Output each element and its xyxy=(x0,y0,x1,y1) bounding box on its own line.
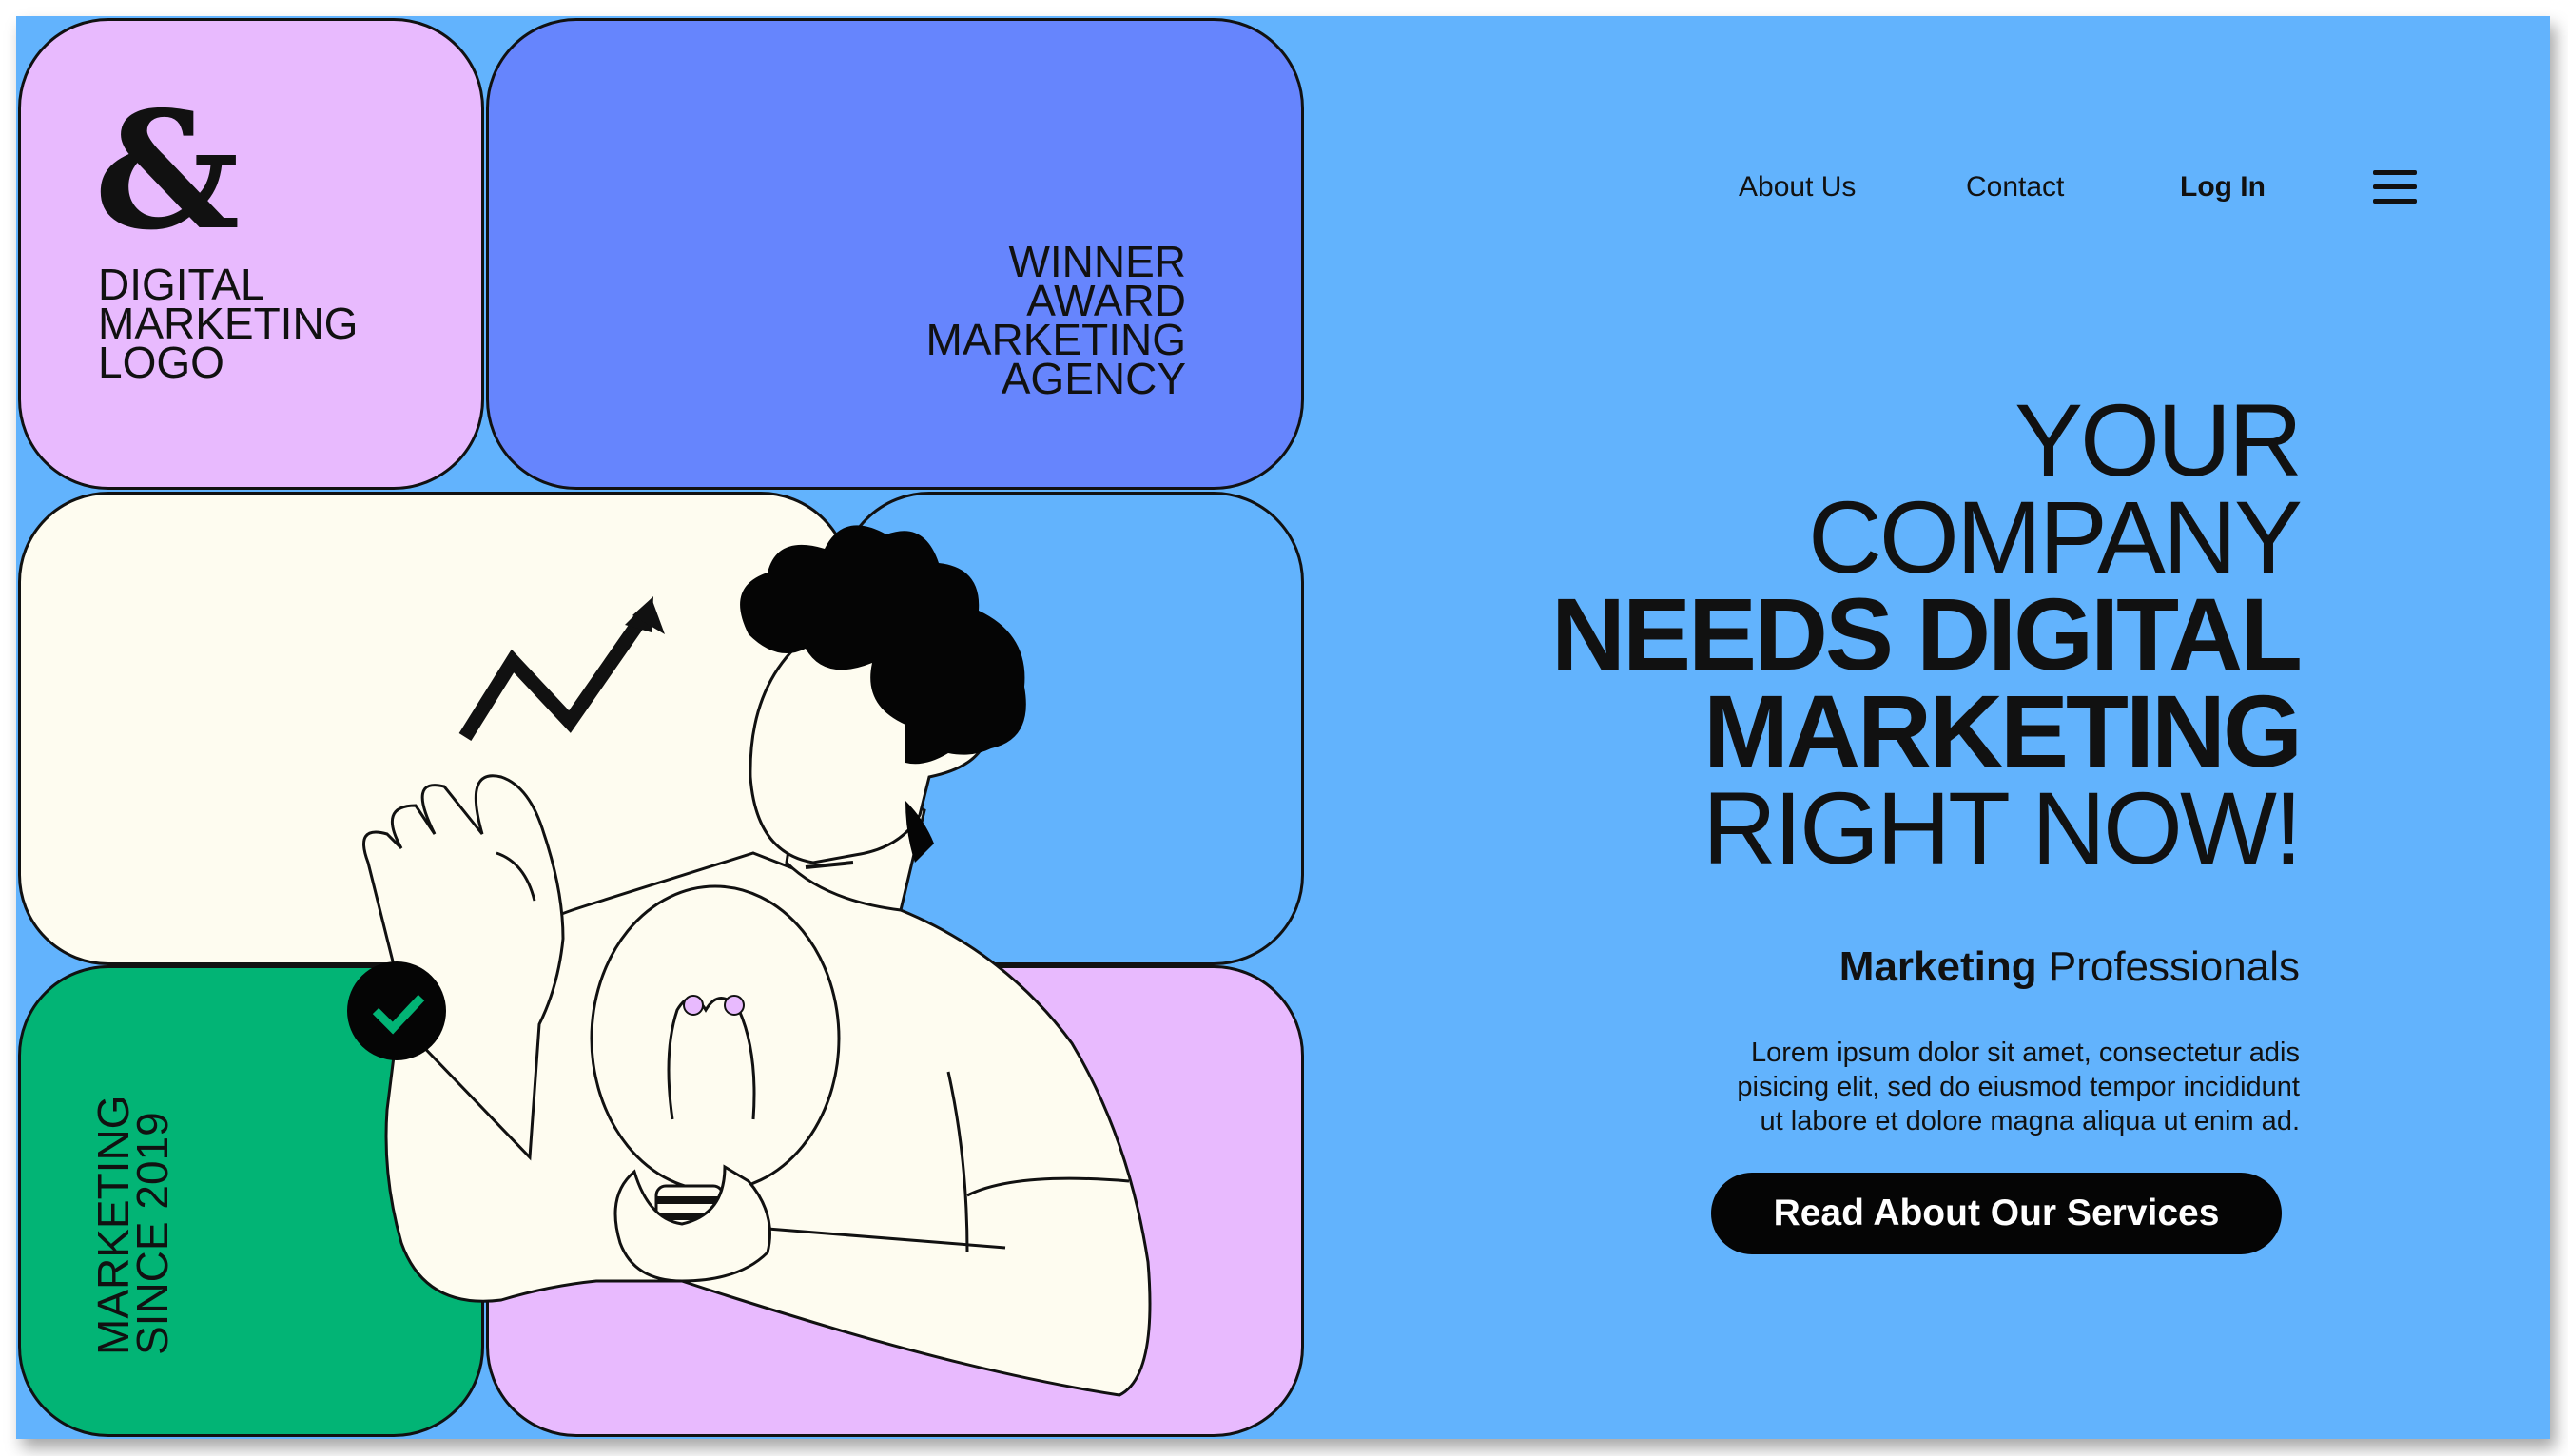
headline-line: RIGHT NOW! xyxy=(1702,770,2303,885)
headline-line: YOUR xyxy=(2014,382,2303,497)
hamburger-menu-icon[interactable] xyxy=(2373,170,2417,204)
check-badge-icon xyxy=(347,961,446,1060)
headline-line: MARKETING xyxy=(1703,673,2303,788)
growth-arrow-icon xyxy=(458,596,665,741)
headline-line: NEEDS DIGITAL xyxy=(1550,576,2303,691)
read-about-services-button[interactable]: Read About Our Services xyxy=(1711,1173,2282,1254)
hero-headline: YOUR COMPANY NEEDS DIGITAL MARKETING RIG… xyxy=(1550,382,2303,885)
person-head xyxy=(740,525,1026,869)
subhead-bold: Marketing xyxy=(1838,943,2037,990)
subhead-light: Professionals xyxy=(2048,943,2300,990)
top-nav: About Us Contact Log In xyxy=(16,149,2550,225)
body-line: pisicing elit, sed do eiusmod tempor inc… xyxy=(1737,1072,2300,1102)
hero-body-text: Lorem ipsum dolor sit amet, consectetur … xyxy=(1615,1036,2300,1138)
hero-subhead: Marketing Professionals xyxy=(1839,939,2300,996)
nav-log-in-link[interactable]: Log In xyxy=(2180,149,2266,225)
landing-page: & DIGITAL MARKETING LOGO WINNER AWARD MA… xyxy=(16,16,2550,1439)
body-line: ut labore et dolore magna aliqua ut enim… xyxy=(1760,1106,2300,1136)
nav-about-us-link[interactable]: About Us xyxy=(1739,149,1856,225)
headline-line: COMPANY xyxy=(1807,479,2303,594)
body-line: Lorem ipsum dolor sit amet, consectetur … xyxy=(1750,1038,2300,1068)
nav-contact-link[interactable]: Contact xyxy=(1966,149,2064,225)
man-with-lightbulb-illustration xyxy=(347,525,1152,1397)
